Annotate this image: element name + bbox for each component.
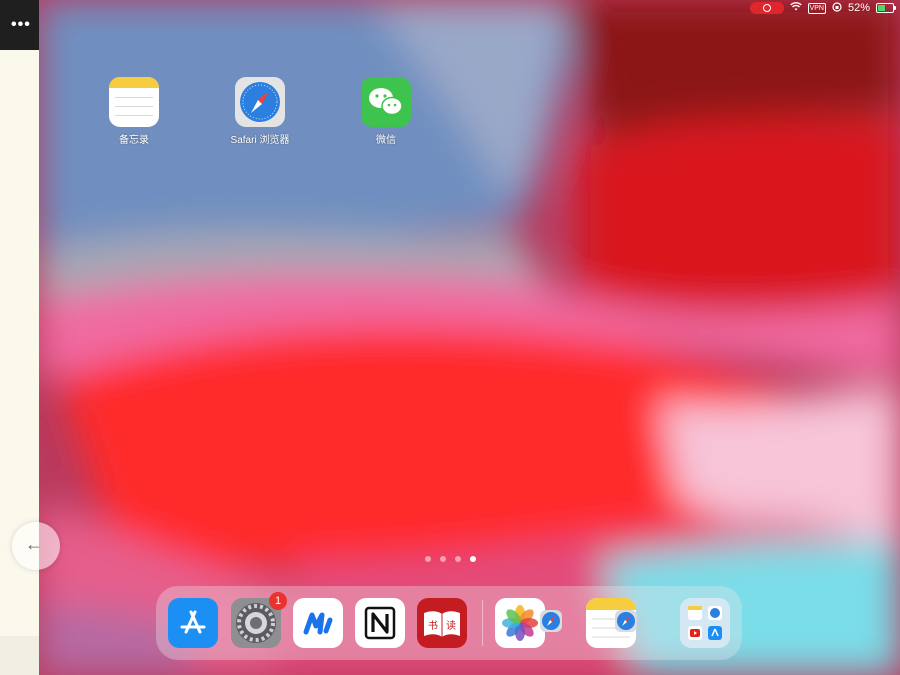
- dock-moo-app[interactable]: [293, 598, 343, 648]
- battery-icon: [876, 3, 896, 13]
- panel-bottom-bar: [0, 636, 39, 675]
- app-store-icon: [180, 610, 206, 634]
- compass-icon: [542, 612, 560, 630]
- page-dot-current[interactable]: [470, 556, 476, 562]
- back-arrow-button[interactable]: ←: [12, 522, 60, 570]
- app-label: 备忘录: [119, 135, 149, 146]
- page-indicator[interactable]: [425, 556, 476, 562]
- safari-icon: [235, 77, 285, 127]
- app-label: Safari 浏览器: [230, 135, 290, 146]
- book-icon: 书 读: [424, 611, 460, 637]
- dock-app-store[interactable]: [168, 598, 218, 648]
- notion-icon: [364, 606, 396, 640]
- dock-app-library[interactable]: [680, 598, 730, 648]
- books-glyph: 读: [446, 619, 456, 632]
- screen-recording-icon[interactable]: [749, 2, 784, 14]
- dock-photos[interactable]: [495, 598, 545, 648]
- battery-percent: 52%: [847, 2, 870, 14]
- slide-over-panel[interactable]: •••: [0, 0, 39, 675]
- app-wechat[interactable]: 微信: [341, 77, 431, 146]
- panel-top-bar: •••: [0, 0, 39, 50]
- app-label: 微信: [376, 135, 396, 146]
- dock-safari-mini[interactable]: [540, 610, 562, 632]
- dock-safari-mini-2[interactable]: [615, 610, 637, 632]
- books-glyph: 书: [428, 620, 438, 632]
- status-bar: VPN 52%: [749, 0, 900, 16]
- moo-icon: [303, 612, 333, 635]
- dock-notion[interactable]: [355, 598, 405, 648]
- app-notes[interactable]: 备忘录: [89, 77, 179, 146]
- page-dot[interactable]: [440, 556, 446, 562]
- app-safari[interactable]: Safari 浏览器: [215, 77, 305, 146]
- compass-icon: [617, 612, 635, 630]
- settings-badge: 1: [269, 592, 287, 610]
- notes-icon: [109, 77, 159, 127]
- photos-icon: [502, 605, 538, 641]
- dock: 书 读: [156, 586, 742, 660]
- wifi-icon: [789, 2, 802, 14]
- wechat-icon: [361, 77, 411, 127]
- dock-books-reader[interactable]: 书 读: [417, 598, 467, 648]
- page-dot[interactable]: [455, 556, 461, 562]
- app-library-icon: [688, 606, 722, 640]
- more-icon[interactable]: •••: [11, 17, 31, 33]
- page-dot[interactable]: [425, 556, 431, 562]
- arrow-left-icon: ←: [25, 534, 43, 554]
- dock-separator: [482, 600, 483, 646]
- vpn-indicator: VPN: [807, 2, 826, 14]
- orientation-lock-icon: [832, 1, 842, 15]
